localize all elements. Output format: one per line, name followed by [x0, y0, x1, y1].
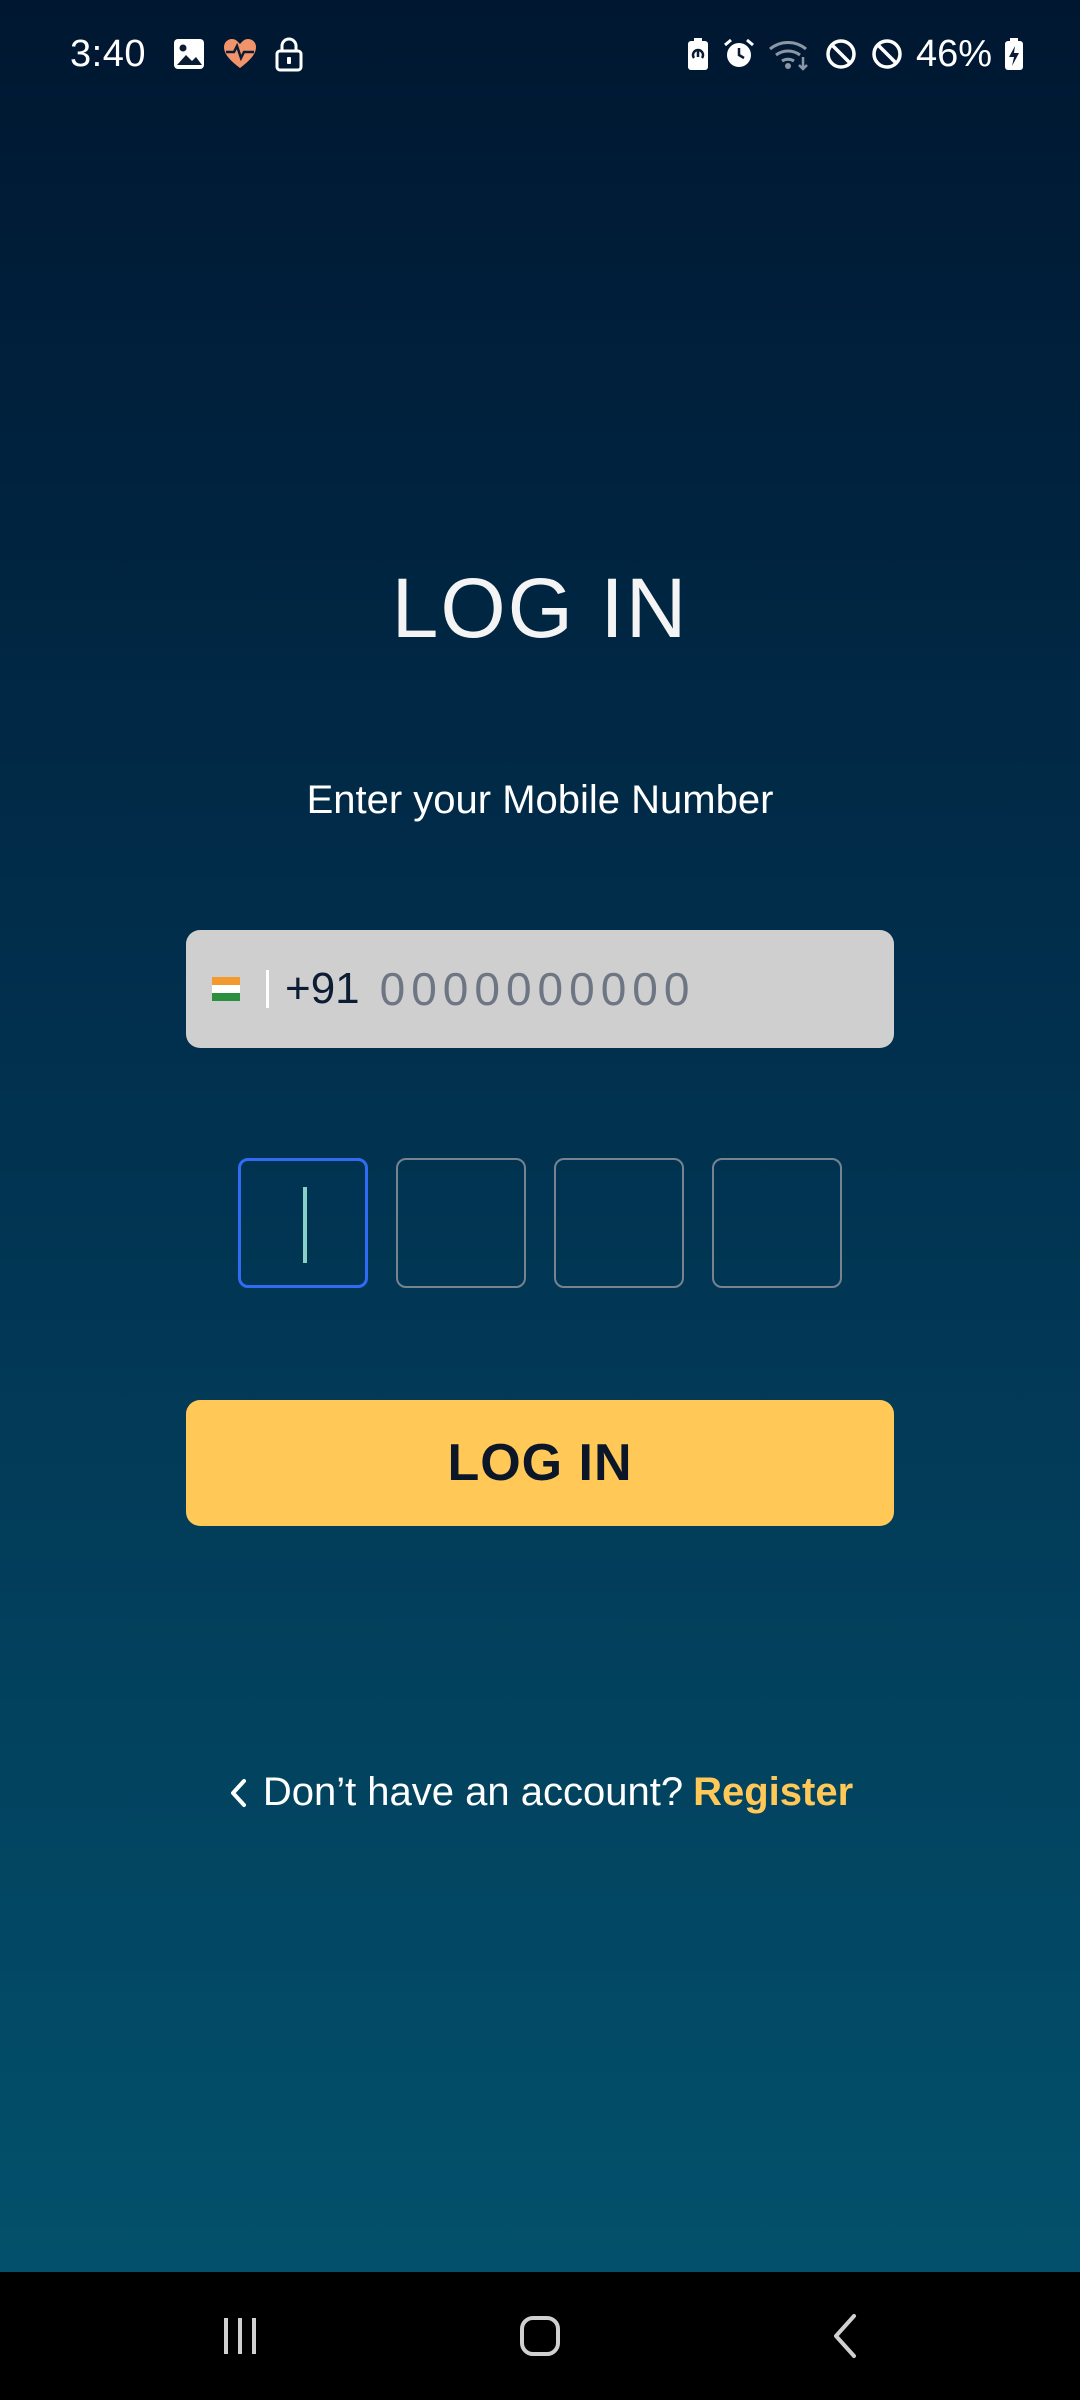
login-screen: 3:40 46% LOG IN Enter your Mobile Number…: [0, 0, 1080, 2400]
text-cursor: [303, 1187, 307, 1263]
status-right: 46%: [686, 28, 1024, 80]
home-button[interactable]: [470, 2272, 610, 2400]
otp-digit-3[interactable]: [554, 1158, 684, 1288]
alarm-icon: [722, 37, 756, 71]
field-divider: [266, 970, 269, 1008]
back-icon: [834, 2314, 856, 2358]
phone-number-input[interactable]: [379, 962, 720, 1016]
register-link[interactable]: Register: [693, 1770, 853, 1815]
register-prompt: Don’t have an account?: [262, 1770, 684, 1814]
recents-icon: [224, 2318, 256, 2354]
login-button[interactable]: LOG IN: [186, 1400, 894, 1526]
status-time: 3:40: [70, 32, 146, 75]
battery-saver-icon: [686, 37, 710, 71]
health-heart-icon: [222, 37, 258, 71]
india-flag-icon[interactable]: [212, 977, 240, 1001]
back-button[interactable]: [776, 2272, 916, 2400]
otp-digit-1[interactable]: [238, 1158, 368, 1288]
status-left: 3:40: [70, 28, 304, 80]
home-icon: [520, 2316, 560, 2356]
register-row: Don’t have an account? Register: [0, 1770, 1080, 1815]
gallery-icon: [172, 37, 206, 71]
chevron-left-icon[interactable]: [227, 1776, 249, 1810]
do-not-disturb-icon: [824, 37, 858, 71]
recents-button[interactable]: [170, 2272, 310, 2400]
phone-field[interactable]: +91: [186, 930, 894, 1048]
navigation-bar: [0, 2272, 1080, 2400]
battery-percent: 46%: [915, 32, 992, 75]
otp-row: [238, 1158, 842, 1288]
phone-prompt: Enter your Mobile Number: [306, 778, 774, 822]
lock-icon: [274, 36, 304, 72]
wifi-icon: [768, 37, 812, 71]
otp-digit-4[interactable]: [712, 1158, 842, 1288]
do-not-disturb-icon: [870, 37, 904, 71]
status-bar: 3:40 46%: [0, 0, 1080, 108]
country-code[interactable]: +91: [285, 964, 360, 1014]
otp-digit-2[interactable]: [396, 1158, 526, 1288]
page-title: LOG IN: [391, 561, 689, 655]
battery-charging-icon: [1004, 37, 1024, 71]
